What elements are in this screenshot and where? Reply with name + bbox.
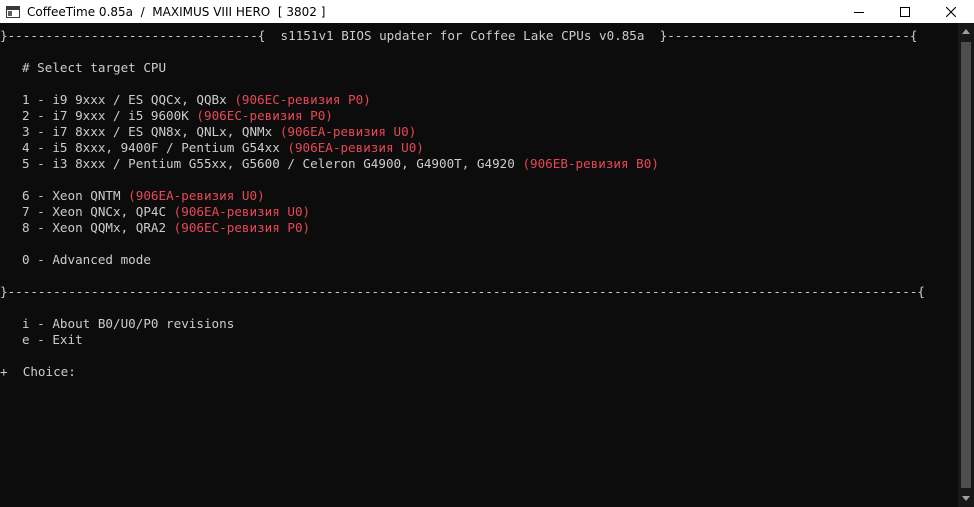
scroll-thumb[interactable] bbox=[961, 42, 971, 488]
revision-label: (906EC-ревизия P0) bbox=[173, 220, 311, 235]
cpu-option-2: 2 - i7 9xxx / i5 9600K (906EC-ревизия P0… bbox=[22, 108, 333, 124]
scroll-down-arrow-icon bbox=[962, 496, 970, 501]
close-icon bbox=[946, 6, 956, 17]
option-text: 1 - i9 9xxx / ES QQCx, QQBx bbox=[22, 92, 227, 107]
console-output[interactable]: }---------------------------------{ s115… bbox=[0, 23, 958, 507]
revision-label: (906EA-ревизия U0) bbox=[128, 188, 265, 203]
maximize-icon bbox=[900, 6, 910, 17]
xeon-option-7: 7 - Xeon QNCx, QP4C (906EA-ревизия U0) bbox=[22, 204, 310, 220]
select-cpu-prompt: # Select target CPU bbox=[22, 60, 167, 75]
option-text: 3 - i7 8xxx / ES QN8x, QNLx, QNMx bbox=[22, 124, 273, 139]
revision-label: (906EA-ревизия U0) bbox=[287, 140, 424, 155]
option-text: 6 - Xeon QNTM bbox=[22, 188, 121, 203]
window-title: CoffeeTime 0.85a / MAXIMUS VIII HERO [ 3… bbox=[27, 4, 326, 19]
xeon-option-8: 8 - Xeon QQMx, QRA2 (906EC-ревизия P0) bbox=[22, 220, 310, 236]
close-button[interactable] bbox=[928, 0, 974, 23]
option-text: 2 - i7 9xxx / i5 9600K bbox=[22, 108, 189, 123]
option-text: 7 - Xeon QNCx, QP4C bbox=[22, 204, 167, 219]
xeon-option-6: 6 - Xeon QNTM (906EA-ревизия U0) bbox=[22, 188, 265, 204]
revision-label: (906EC-ревизия P0) bbox=[196, 108, 333, 123]
advanced-mode-option: 0 - Advanced mode bbox=[22, 252, 151, 267]
scroll-down-button[interactable] bbox=[958, 490, 974, 507]
maximize-button[interactable] bbox=[882, 0, 928, 23]
choice-prompt[interactable]: + Choice: bbox=[0, 364, 76, 380]
option-text: 5 - i3 8xxx / Pentium G55xx, G5600 / Cel… bbox=[22, 156, 515, 171]
exit-option: e - Exit bbox=[22, 332, 83, 347]
console-window-icon[interactable] bbox=[6, 5, 20, 18]
cpu-option-4: 4 - i5 8xxx, 9400F / Pentium G54xx (906E… bbox=[22, 140, 424, 156]
about-revisions-option: i - About B0/U0/P0 revisions bbox=[22, 316, 235, 331]
cpu-option-3: 3 - i7 8xxx / ES QN8x, QNLx, QNMx (906EA… bbox=[22, 124, 416, 140]
revision-label: (906EA-ревизия U0) bbox=[279, 124, 417, 139]
cpu-option-1: 1 - i9 9xxx / ES QQCx, QQBx (906EC-ревиз… bbox=[22, 92, 371, 108]
option-text: 8 - Xeon QQMx, QRA2 bbox=[22, 220, 167, 235]
minimize-icon bbox=[854, 11, 864, 13]
console-window: CoffeeTime 0.85a / MAXIMUS VIII HERO [ 3… bbox=[0, 0, 974, 507]
header-border: }---------------------------------{ s115… bbox=[0, 28, 918, 43]
minimize-button[interactable] bbox=[836, 0, 882, 23]
revision-label: (906EA-ревизия U0) bbox=[173, 204, 311, 219]
option-text: 4 - i5 8xxx, 9400F / Pentium G54xx bbox=[22, 140, 280, 155]
vertical-scrollbar[interactable] bbox=[958, 23, 974, 507]
separator-border: }---------------------------------------… bbox=[0, 284, 926, 299]
revision-label: (906EC-ревизия P0) bbox=[234, 92, 371, 107]
scroll-up-arrow-icon bbox=[962, 29, 970, 34]
title-bar[interactable]: CoffeeTime 0.85a / MAXIMUS VIII HERO [ 3… bbox=[0, 0, 974, 23]
revision-label: (906EB-ревизия B0) bbox=[522, 156, 659, 171]
scroll-up-button[interactable] bbox=[958, 23, 974, 40]
cpu-option-5: 5 - i3 8xxx / Pentium G55xx, G5600 / Cel… bbox=[22, 156, 659, 172]
window-controls bbox=[836, 0, 974, 23]
